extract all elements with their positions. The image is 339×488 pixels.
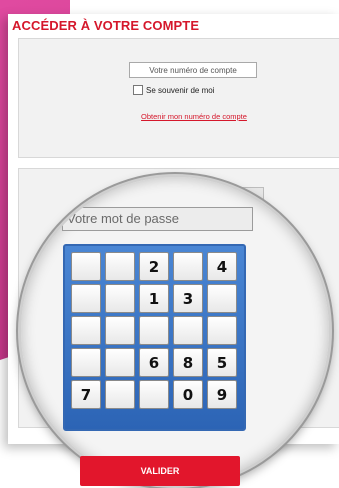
keypad-key[interactable] [173, 316, 203, 345]
password-input[interactable]: Votre mot de passe [62, 207, 253, 231]
remember-me-checkbox[interactable] [133, 85, 143, 95]
get-account-number-link[interactable]: Obtenir mon numéro de compte [133, 112, 255, 122]
page-title: ACCÉDER À VOTRE COMPTE [12, 18, 200, 33]
keypad-key[interactable]: 3 [173, 284, 203, 313]
keypad-key[interactable]: 8 [173, 348, 203, 377]
keypad-key[interactable]: 7 [71, 380, 101, 409]
keypad-key[interactable] [105, 348, 135, 377]
keypad-key[interactable] [139, 380, 169, 409]
keypad-key[interactable]: 6 [139, 348, 169, 377]
keypad-key[interactable] [71, 284, 101, 313]
keypad-key[interactable]: 1 [139, 284, 169, 313]
keypad-key[interactable] [71, 252, 101, 281]
keypad-key[interactable]: 9 [207, 380, 237, 409]
keypad-key[interactable] [207, 316, 237, 345]
keypad-key[interactable] [105, 284, 135, 313]
keypad-key[interactable]: 2 [139, 252, 169, 281]
remember-me-label: Se souvenir de moi [146, 85, 215, 95]
keypad-key[interactable] [207, 284, 237, 313]
keypad-key[interactable] [105, 316, 135, 345]
keypad-key[interactable] [173, 252, 203, 281]
keypad-key[interactable] [71, 316, 101, 345]
keypad-key[interactable]: 4 [207, 252, 237, 281]
keypad-key[interactable] [105, 380, 135, 409]
keypad-key[interactable]: 5 [207, 348, 237, 377]
keypad-key[interactable] [71, 348, 101, 377]
remember-me-row[interactable]: Se souvenir de moi [133, 85, 214, 95]
virtual-keypad: 2 4 13 685 7 09 [63, 244, 246, 431]
keypad-key[interactable] [139, 316, 169, 345]
account-section [18, 38, 339, 158]
account-number-input[interactable]: Votre numéro de compte [129, 62, 257, 78]
magnifier-lens: Votre mot de passe 2 4 13 685 7 09 [18, 174, 332, 488]
keypad-key[interactable] [105, 252, 135, 281]
submit-button[interactable]: VALIDER [80, 456, 240, 486]
keypad-key[interactable]: 0 [173, 380, 203, 409]
